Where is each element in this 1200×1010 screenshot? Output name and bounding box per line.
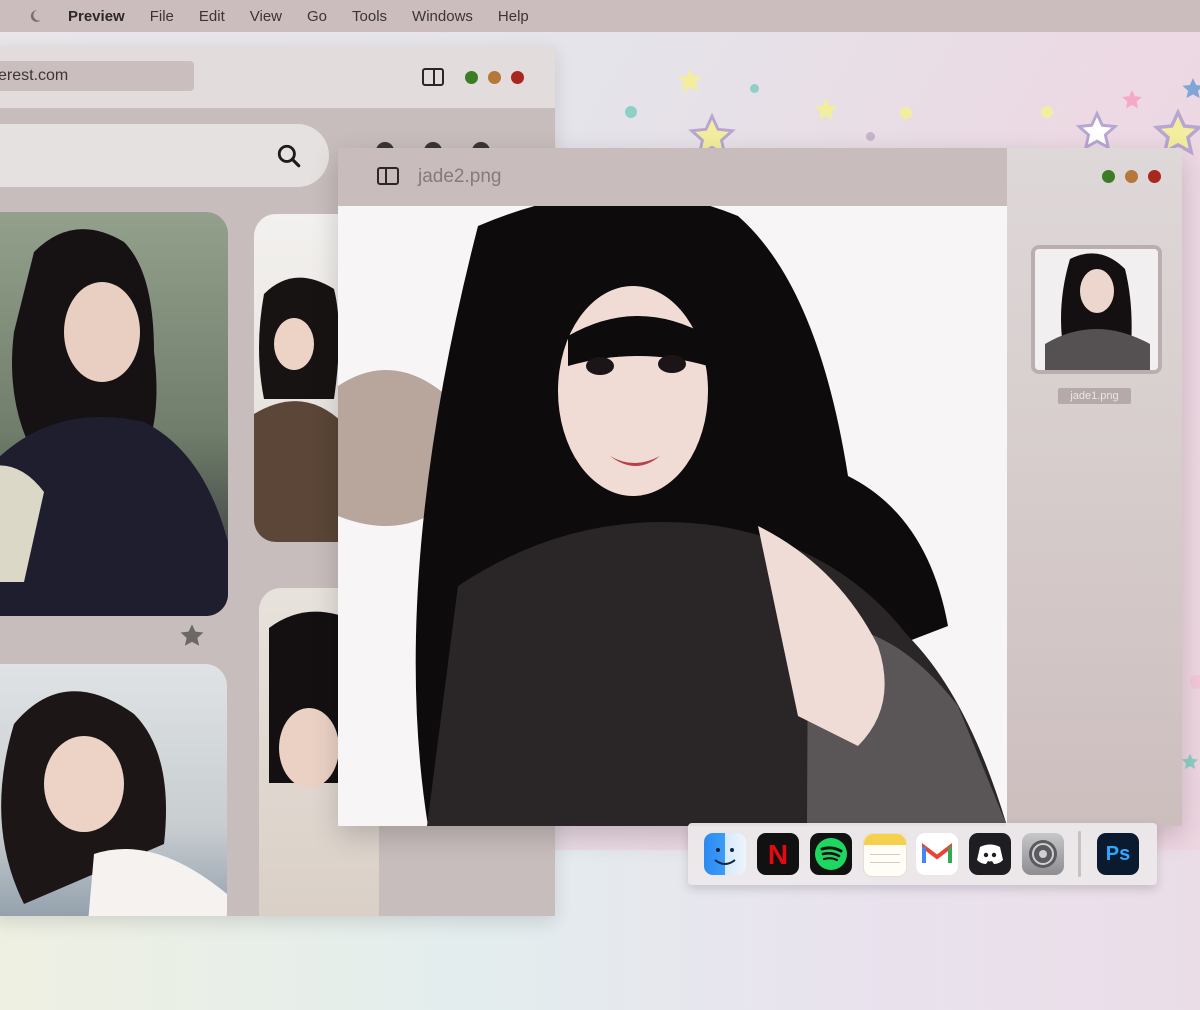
minimize-button[interactable] [488, 71, 501, 84]
sidebar-toggle-icon[interactable] [377, 167, 399, 185]
dot-decoration [1041, 106, 1053, 118]
menu-bar: Preview File Edit View Go Tools Windows … [0, 0, 1200, 32]
thumbnail-jade1[interactable] [1031, 245, 1162, 374]
star-decoration [1181, 753, 1199, 769]
file-name: jade2.png [418, 166, 502, 187]
sidebar-toggle-icon[interactable] [422, 68, 444, 86]
menu-view[interactable]: View [250, 8, 282, 25]
notes-icon[interactable] [863, 833, 907, 877]
menu-tools[interactable]: Tools [352, 8, 387, 25]
dot-decoration [866, 132, 875, 141]
main-image [338, 206, 1007, 826]
netflix-icon[interactable]: N [757, 833, 799, 875]
thumbnail-label: jade1.png [1058, 388, 1131, 404]
pin-image[interactable] [0, 212, 228, 616]
photoshop-icon[interactable]: Ps [1097, 833, 1139, 875]
menu-app-name[interactable]: Preview [68, 8, 125, 25]
discord-icon[interactable] [969, 833, 1011, 875]
star-decoration [1122, 90, 1142, 109]
spotify-icon[interactable] [810, 833, 852, 875]
close-button[interactable] [1148, 170, 1161, 183]
dock: N Ps [688, 823, 1157, 885]
star-icon[interactable] [178, 622, 206, 650]
dot-decoration [750, 84, 759, 93]
photoshop-logo: Ps [1105, 843, 1131, 865]
search-bar[interactable] [0, 124, 329, 187]
preview-window-controls [1102, 170, 1161, 183]
minimize-button[interactable] [1125, 170, 1138, 183]
menu-edit[interactable]: Edit [199, 8, 225, 25]
menu-go[interactable]: Go [307, 8, 327, 25]
menu-windows[interactable]: Windows [412, 8, 473, 25]
zoom-button[interactable] [1102, 170, 1115, 183]
url-bar[interactable]: erest.com [0, 61, 194, 91]
preview-window: jade2.png jade1.png [338, 148, 1182, 826]
preview-titlebar: jade2.png [338, 148, 1007, 206]
dot-decoration [900, 107, 912, 119]
star-decoration [814, 98, 838, 120]
star-decoration [1182, 78, 1200, 99]
system-settings-icon[interactable] [1022, 833, 1064, 875]
netflix-logo: N [767, 839, 789, 870]
moon-icon[interactable] [28, 9, 46, 23]
finder-icon[interactable] [704, 833, 746, 875]
menu-help[interactable]: Help [498, 8, 529, 25]
close-button[interactable] [511, 71, 524, 84]
dot-decoration [1190, 675, 1200, 689]
menu-file[interactable]: File [150, 8, 174, 25]
pin-image[interactable] [0, 664, 227, 916]
zoom-button[interactable] [465, 71, 478, 84]
browser-titlebar: erest.com [0, 46, 555, 108]
url-text: erest.com [0, 67, 69, 84]
browser-window-controls [465, 71, 524, 84]
star-decoration [677, 68, 703, 92]
dot-decoration [625, 106, 637, 118]
search-icon[interactable] [276, 143, 302, 169]
gmail-icon[interactable] [916, 833, 958, 875]
dock-separator [1078, 831, 1081, 877]
